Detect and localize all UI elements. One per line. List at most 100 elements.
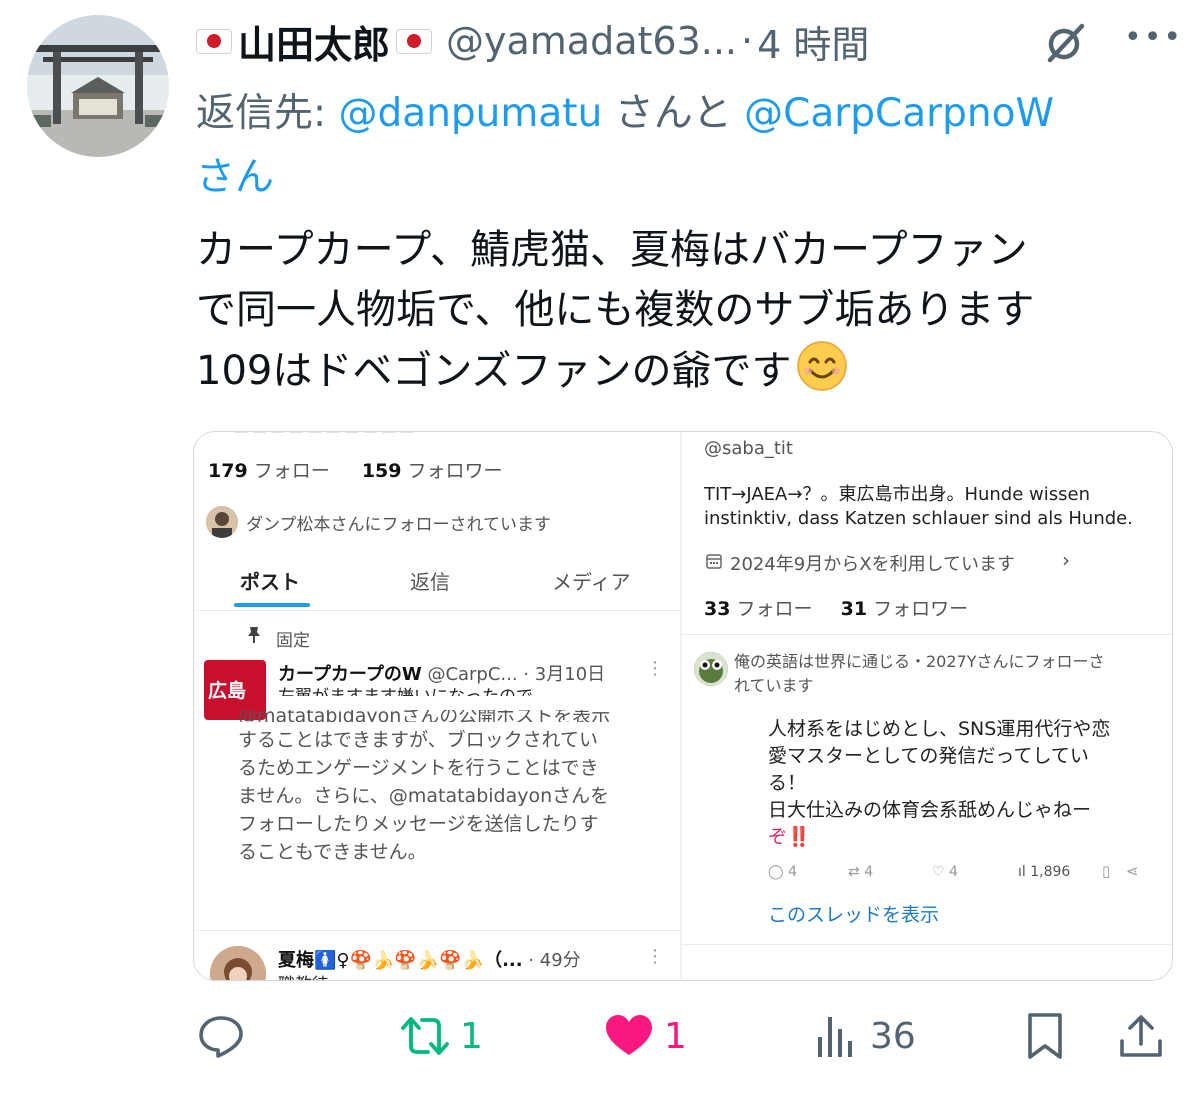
japan-flag-icon (196, 28, 232, 54)
reply-join: さんと (602, 91, 745, 136)
retweet-count: 1 (460, 1015, 483, 1057)
grok-icon[interactable] (1042, 18, 1090, 66)
active-tab-indicator (234, 603, 310, 607)
bio-line: instinktiv, dass Katzen schlauer sind al… (704, 508, 1133, 529)
bookmark-button[interactable] (1020, 1008, 1070, 1064)
reply-button[interactable] (196, 1008, 246, 1064)
post-time[interactable]: 4 時間 (757, 14, 869, 69)
pinned-label: 固定 (276, 631, 310, 651)
tab-posts[interactable]: ポスト (240, 566, 300, 595)
pinned-author[interactable]: カープカープのW (278, 664, 422, 685)
blocked-notice: することはできますが、ブロックされてい るためエンゲージメントを行うことはでき … (238, 726, 658, 866)
embedded-views-stat[interactable]: ıl 1,896 (1018, 864, 1070, 880)
reply-count: 4 (788, 864, 798, 880)
bottom-author[interactable]: 夏梅🚺♀🍄🍌🍄🍌🍄🍌（... (278, 950, 523, 971)
tab-replies[interactable]: 返信 (410, 566, 450, 595)
followed-by-text: 俺の英語は世界に通じる・2027Yさんにフォローさ (734, 652, 1105, 671)
follow-count: 179 (208, 460, 248, 482)
embedded-like-stat[interactable]: ♡ 4 (932, 864, 958, 880)
follower-label: フォロワー (401, 460, 503, 482)
pinned-text-clip: 左翼がますます嫌いになったので (278, 684, 668, 696)
separator-dot: · (741, 19, 754, 63)
like-button[interactable]: 1 (604, 1008, 687, 1064)
blocked-line: ることもできません。 (238, 841, 427, 863)
reply-suffix: さん (196, 155, 275, 200)
follower-count: 159 (361, 460, 402, 482)
mutual-avatar (694, 652, 728, 686)
tweet-header: 山田太郎 @yamadat63... · 4 時間 ••• (196, 14, 1181, 69)
post-line: る！ (768, 772, 807, 794)
joined-date: 2024年9月からXを利用しています (730, 554, 1016, 575)
views-button[interactable]: 36 (810, 1008, 916, 1064)
bottom-author-avatar (210, 946, 266, 980)
bookmark-icon[interactable]: ▯ (1102, 862, 1110, 880)
japan-flag-icon (396, 28, 433, 54)
pinned-more-icon[interactable]: ⋮ (646, 658, 664, 679)
tabs-divider (194, 610, 680, 611)
like-count: 4 (949, 864, 958, 880)
screenshot-left: — — — — — — — — — — 179 フォロー 159 フォロワー ダ… (194, 432, 680, 980)
views-count: 1,896 (1030, 864, 1071, 880)
more-options-icon[interactable]: ••• (1124, 18, 1181, 66)
blocked-line: るためエンゲージメントを行うことはでき (238, 757, 599, 779)
pinned-handle: @CarpC... (427, 664, 518, 685)
tab-media[interactable]: メディア (552, 566, 631, 595)
bottom-divider (194, 930, 680, 931)
follower-count: 31 (840, 598, 868, 620)
retweet-button[interactable]: 1 (400, 1008, 483, 1064)
display-name[interactable]: 山田太郎 (238, 14, 390, 69)
reply-mention-link[interactable]: @CarpCarpnoW (744, 91, 1054, 136)
post-line: ぞ‼️ (768, 826, 811, 848)
reply-prefix: 返信先: (196, 91, 339, 136)
reply-icon: ◯ (768, 864, 784, 880)
views-icon (818, 1017, 852, 1057)
embedded-reply-stat[interactable]: ◯ 4 (768, 864, 797, 880)
post-line: 日大仕込みの体育会系舐めんじゃねー (768, 799, 1092, 821)
attached-image[interactable]: — — — — — — — — — — 179 フォロー 159 フォロワー ダ… (193, 431, 1173, 981)
pinned-badge: 広島 (208, 680, 247, 702)
bottom-time: · 49分 (528, 950, 581, 971)
share-button[interactable] (1116, 1008, 1166, 1064)
pin-icon (248, 627, 260, 643)
reply-mention-link[interactable]: @danpumatu (339, 91, 603, 136)
follower-avatar (206, 506, 238, 538)
smiling-face-icon (796, 341, 847, 391)
faded-cut-line: — — — — — — — — — — (234, 432, 415, 440)
pinned-date: · 3月10日 (523, 664, 606, 685)
bottom-more-icon[interactable]: ⋮ (646, 946, 664, 967)
post-line: 愛マスターとしての発信だってしてい (768, 745, 1089, 767)
avatar-image (27, 15, 169, 157)
retweet-icon (401, 1017, 449, 1055)
follower-label: フォロワー (867, 598, 969, 620)
show-thread-link[interactable]: このスレッドを表示 (768, 900, 939, 927)
follow-count: 33 (704, 598, 731, 620)
follow-stats: 33 フォロー 31 フォロワー (704, 594, 968, 621)
like-count: 1 (664, 1015, 687, 1057)
follow-label: フォロー (247, 460, 330, 482)
followed-by-text: れています (734, 676, 814, 695)
user-handle[interactable]: @yamadat63... (446, 19, 737, 63)
blocked-top-line: @matatabidayonさんの公開ポストを表示 (238, 710, 611, 722)
follow-label: フォロー (730, 598, 813, 620)
tweet-text: カープカープ、鯖虎猫、夏梅はバカープファン で同一人物垢で、他にも複数のサブ垢あ… (196, 220, 1156, 401)
tweet-body: カープカープ、鯖虎猫、夏梅はバカープファン で同一人物垢で、他にも複数のサブ垢あ… (196, 227, 1035, 394)
follow-stats: 179 フォロー 159 フォロワー (208, 456, 503, 483)
blocked-top-clip: @matatabidayonさんの公開ポストを表示 (238, 710, 638, 722)
share-icon[interactable]: ⋖ (1126, 862, 1139, 880)
heart-icon: ♡ (932, 864, 945, 880)
embedded-retweet-stat[interactable]: ⇄ 4 (848, 864, 873, 880)
thread-divider (682, 944, 1172, 945)
blocked-line: フォローしたりメッセージを送信したりす (238, 813, 599, 835)
avatar[interactable] (27, 15, 169, 157)
bottom-post-header: 夏梅🚺♀🍄🍌🍄🍌🍄🍌（... · 49分 (278, 946, 581, 972)
embedded-post-text: 人材系をはじめとし、SNS運用代行や恋 愛マスターとしての発信だってしてい る！… (768, 716, 1148, 851)
pinned-text: 左翼がますます嫌いになったので (278, 684, 533, 696)
profile-handle: @saba_tit (704, 438, 793, 459)
retweet-count: 4 (864, 864, 874, 880)
bio-line: TIT→JAEA→？。東広島市出身。Hunde wissen (704, 484, 1090, 505)
views-icon: ıl (1018, 864, 1026, 880)
blocked-line: することはできますが、ブロックされてい (238, 729, 599, 751)
views-count: 36 (870, 1015, 916, 1057)
chevron-right-icon[interactable]: › (1062, 548, 1070, 572)
bottom-sub-clip: 職教徒 (278, 970, 478, 980)
